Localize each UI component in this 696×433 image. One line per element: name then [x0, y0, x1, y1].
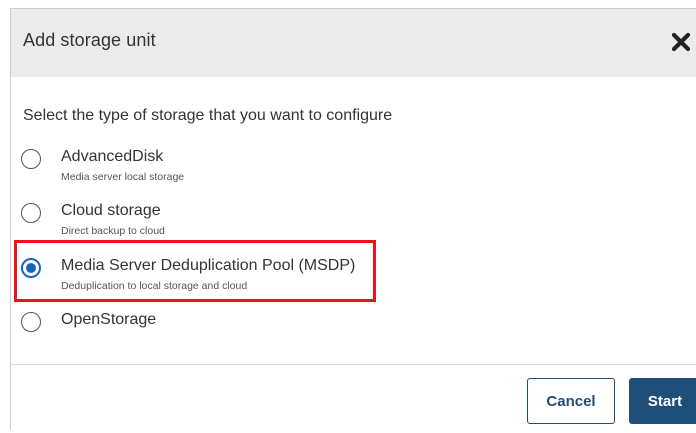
radio-openstorage[interactable] [21, 312, 41, 332]
footer-divider [11, 364, 696, 365]
add-storage-unit-dialog: Add storage unit Select the type of stor… [10, 8, 696, 430]
option-openstorage[interactable]: OpenStorage [21, 311, 401, 356]
radio-cloud-storage[interactable] [21, 203, 41, 223]
dialog-title: Add storage unit [23, 30, 156, 50]
radio-advanceddisk[interactable] [21, 149, 41, 169]
option-description: Media server local storage [61, 171, 185, 183]
option-cloud-storage[interactable]: Cloud storage Direct backup to cloud [21, 202, 401, 247]
radio-selected-dot [26, 263, 36, 273]
option-label: AdvancedDisk [61, 148, 164, 165]
option-label: OpenStorage [61, 311, 157, 328]
option-description: Deduplication to local storage and cloud [61, 280, 248, 292]
option-advanceddisk[interactable]: AdvancedDisk Media server local storage [21, 148, 401, 193]
storage-type-prompt: Select the type of storage that you want… [23, 107, 393, 124]
option-label: Cloud storage [61, 202, 161, 219]
option-description: Direct backup to cloud [61, 225, 165, 237]
radio-msdp[interactable] [21, 258, 41, 278]
cancel-button[interactable]: Cancel [527, 378, 615, 424]
close-button[interactable] [670, 31, 692, 53]
close-icon [671, 32, 691, 52]
option-label: Media Server Deduplication Pool (MSDP) [61, 257, 356, 274]
option-msdp[interactable]: Media Server Deduplication Pool (MSDP) D… [21, 257, 401, 302]
start-button[interactable]: Start [629, 378, 696, 424]
dialog-header: Add storage unit [11, 9, 696, 77]
